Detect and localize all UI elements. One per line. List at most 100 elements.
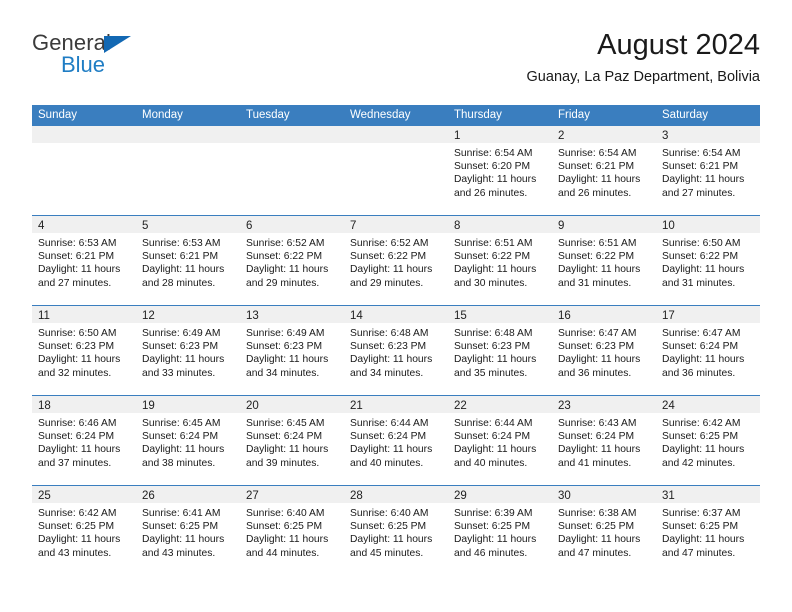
- calendar-week-row: 1 Sunrise: 6:54 AM Sunset: 6:20 PM Daylight…: [32, 126, 760, 215]
- day-number-band: 20: [240, 396, 344, 413]
- day-number-band: 3: [656, 126, 760, 143]
- day-number-band: 18: [32, 396, 136, 413]
- day-cell-13[interactable]: 13 Sunrise: 6:49 AM Sunset: 6:23 PM Dayligh…: [240, 306, 344, 395]
- day-number-band: 1: [448, 126, 552, 143]
- day-cell-10[interactable]: 10 Sunrise: 6:50 AM Sunset: 6:22 PM Dayligh…: [656, 216, 760, 305]
- day-cell-18[interactable]: 18 Sunrise: 6:46 AM Sunset: 6:24 PM Dayligh…: [32, 396, 136, 485]
- day-number: 25: [38, 490, 51, 502]
- day-detail-line: and 42 minutes.: [662, 457, 736, 469]
- day-number: 8: [454, 220, 461, 232]
- day-detail-line: and 45 minutes.: [350, 547, 424, 559]
- day-cell-19[interactable]: 19 Sunrise: 6:45 AM Sunset: 6:24 PM Dayligh…: [136, 396, 240, 485]
- day-detail-line: and 32 minutes.: [38, 367, 112, 379]
- page-title: August 2024: [597, 29, 760, 61]
- general-blue-logo[interactable]: General Blue: [32, 28, 242, 86]
- day-cell-12[interactable]: 12 Sunrise: 6:49 AM Sunset: 6:23 PM Dayligh…: [136, 306, 240, 395]
- day-details: Sunrise: 6:37 AM Sunset: 6:25 PM Daylight:…: [656, 503, 760, 575]
- day-detail-line: Sunset: 6:25 PM: [246, 521, 323, 533]
- day-cell-11[interactable]: 11 Sunrise: 6:50 AM Sunset: 6:23 PM Dayligh…: [32, 306, 136, 395]
- day-detail-line: Sunrise: 6:38 AM: [558, 508, 637, 519]
- day-detail-line: Daylight: 11 hours: [350, 534, 433, 546]
- day-number: 30: [558, 490, 571, 502]
- day-detail-line: Sunset: 6:24 PM: [142, 431, 219, 443]
- day-number: 17: [662, 310, 675, 322]
- day-cell-16[interactable]: 16 Sunrise: 6:47 AM Sunset: 6:23 PM Dayligh…: [552, 306, 656, 395]
- day-details: Sunrise: 6:53 AM Sunset: 6:21 PM Daylight:…: [32, 233, 136, 305]
- day-detail-line: Daylight: 11 hours: [142, 444, 225, 456]
- day-details: Sunrise: 6:49 AM Sunset: 6:23 PM Daylight:…: [240, 323, 344, 395]
- day-detail-line: Daylight: 11 hours: [350, 264, 433, 276]
- day-detail-line: and 27 minutes.: [662, 187, 736, 199]
- day-detail-line: Sunrise: 6:54 AM: [662, 148, 741, 159]
- day-cell-14[interactable]: 14 Sunrise: 6:48 AM Sunset: 6:23 PM Dayligh…: [344, 306, 448, 395]
- day-cell-30[interactable]: 30 Sunrise: 6:38 AM Sunset: 6:25 PM Dayligh…: [552, 486, 656, 575]
- day-number: 1: [454, 130, 461, 142]
- day-detail-line: and 47 minutes.: [558, 547, 632, 559]
- day-number-band: 27: [240, 486, 344, 503]
- day-cell-6[interactable]: 6 Sunrise: 6:52 AM Sunset: 6:22 PM Daylight…: [240, 216, 344, 305]
- day-detail-line: and 36 minutes.: [558, 367, 632, 379]
- day-cell-7[interactable]: 7 Sunrise: 6:52 AM Sunset: 6:22 PM Daylight…: [344, 216, 448, 305]
- day-cell-22[interactable]: 22 Sunrise: 6:44 AM Sunset: 6:24 PM Dayligh…: [448, 396, 552, 485]
- day-number: 28: [350, 490, 363, 502]
- day-cell-15[interactable]: 15 Sunrise: 6:48 AM Sunset: 6:23 PM Dayligh…: [448, 306, 552, 395]
- day-detail-line: Sunset: 6:22 PM: [350, 251, 427, 263]
- day-cell-empty: [344, 126, 448, 215]
- day-number: 10: [662, 220, 675, 232]
- day-cell-5[interactable]: 5 Sunrise: 6:53 AM Sunset: 6:21 PM Daylight…: [136, 216, 240, 305]
- day-number-band: 4: [32, 216, 136, 233]
- day-detail-line: Daylight: 11 hours: [662, 264, 745, 276]
- day-detail-line: Daylight: 11 hours: [558, 354, 641, 366]
- day-number-band: 5: [136, 216, 240, 233]
- day-details: [240, 143, 344, 215]
- day-cell-4[interactable]: 4 Sunrise: 6:53 AM Sunset: 6:21 PM Daylight…: [32, 216, 136, 305]
- day-cell-17[interactable]: 17 Sunrise: 6:47 AM Sunset: 6:24 PM Dayligh…: [656, 306, 760, 395]
- day-cell-31[interactable]: 31 Sunrise: 6:37 AM Sunset: 6:25 PM Dayligh…: [656, 486, 760, 575]
- day-number: 7: [350, 220, 357, 232]
- day-number-band: 14: [344, 306, 448, 323]
- day-cell-28[interactable]: 28 Sunrise: 6:40 AM Sunset: 6:25 PM Dayligh…: [344, 486, 448, 575]
- day-cell-24[interactable]: 24 Sunrise: 6:42 AM Sunset: 6:25 PM Dayligh…: [656, 396, 760, 485]
- day-number: 22: [454, 400, 467, 412]
- day-detail-line: Daylight: 11 hours: [38, 444, 121, 456]
- logo-text-blue: Blue: [61, 52, 106, 77]
- day-detail-line: Daylight: 11 hours: [454, 444, 537, 456]
- day-cell-27[interactable]: 27 Sunrise: 6:40 AM Sunset: 6:25 PM Dayligh…: [240, 486, 344, 575]
- day-cell-21[interactable]: 21 Sunrise: 6:44 AM Sunset: 6:24 PM Dayligh…: [344, 396, 448, 485]
- day-detail-line: Daylight: 11 hours: [558, 534, 641, 546]
- day-number: 15: [454, 310, 467, 322]
- day-detail-line: Daylight: 11 hours: [246, 444, 329, 456]
- day-cell-29[interactable]: 29 Sunrise: 6:39 AM Sunset: 6:25 PM Dayligh…: [448, 486, 552, 575]
- day-cell-8[interactable]: 8 Sunrise: 6:51 AM Sunset: 6:22 PM Daylight…: [448, 216, 552, 305]
- day-cell-3[interactable]: 3 Sunrise: 6:54 AM Sunset: 6:21 PM Daylight…: [656, 126, 760, 215]
- day-number-band: 16: [552, 306, 656, 323]
- weekday-header-tuesday: Tuesday: [246, 109, 290, 121]
- day-detail-line: Sunset: 6:24 PM: [350, 431, 427, 443]
- day-detail-line: Sunrise: 6:53 AM: [142, 238, 221, 249]
- day-detail-line: Sunset: 6:25 PM: [662, 521, 739, 533]
- day-detail-line: Sunset: 6:25 PM: [350, 521, 427, 533]
- day-cell-25[interactable]: 25 Sunrise: 6:42 AM Sunset: 6:25 PM Dayligh…: [32, 486, 136, 575]
- day-cell-1[interactable]: 1 Sunrise: 6:54 AM Sunset: 6:20 PM Daylight…: [448, 126, 552, 215]
- day-detail-line: Sunset: 6:24 PM: [558, 431, 635, 443]
- day-number-band: 25: [32, 486, 136, 503]
- day-number-band: 26: [136, 486, 240, 503]
- day-number-band: 30: [552, 486, 656, 503]
- day-cell-2[interactable]: 2 Sunrise: 6:54 AM Sunset: 6:21 PM Daylight…: [552, 126, 656, 215]
- day-detail-line: and 27 minutes.: [38, 277, 112, 289]
- day-detail-line: Daylight: 11 hours: [454, 174, 537, 186]
- day-cell-26[interactable]: 26 Sunrise: 6:41 AM Sunset: 6:25 PM Dayligh…: [136, 486, 240, 575]
- day-detail-line: and 28 minutes.: [142, 277, 216, 289]
- weekday-header-wednesday: Wednesday: [350, 109, 411, 121]
- day-number-band: 17: [656, 306, 760, 323]
- day-details: Sunrise: 6:40 AM Sunset: 6:25 PM Daylight:…: [344, 503, 448, 575]
- day-detail-line: and 31 minutes.: [662, 277, 736, 289]
- day-cell-23[interactable]: 23 Sunrise: 6:43 AM Sunset: 6:24 PM Dayligh…: [552, 396, 656, 485]
- day-number: 29: [454, 490, 467, 502]
- day-cell-20[interactable]: 20 Sunrise: 6:45 AM Sunset: 6:24 PM Dayligh…: [240, 396, 344, 485]
- day-details: Sunrise: 6:52 AM Sunset: 6:22 PM Daylight:…: [240, 233, 344, 305]
- day-detail-line: Sunset: 6:21 PM: [662, 161, 739, 173]
- day-details: Sunrise: 6:54 AM Sunset: 6:21 PM Daylight:…: [656, 143, 760, 215]
- day-cell-9[interactable]: 9 Sunrise: 6:51 AM Sunset: 6:22 PM Daylight…: [552, 216, 656, 305]
- calendar-week-row: 25 Sunrise: 6:42 AM Sunset: 6:25 PM Dayligh…: [32, 485, 760, 575]
